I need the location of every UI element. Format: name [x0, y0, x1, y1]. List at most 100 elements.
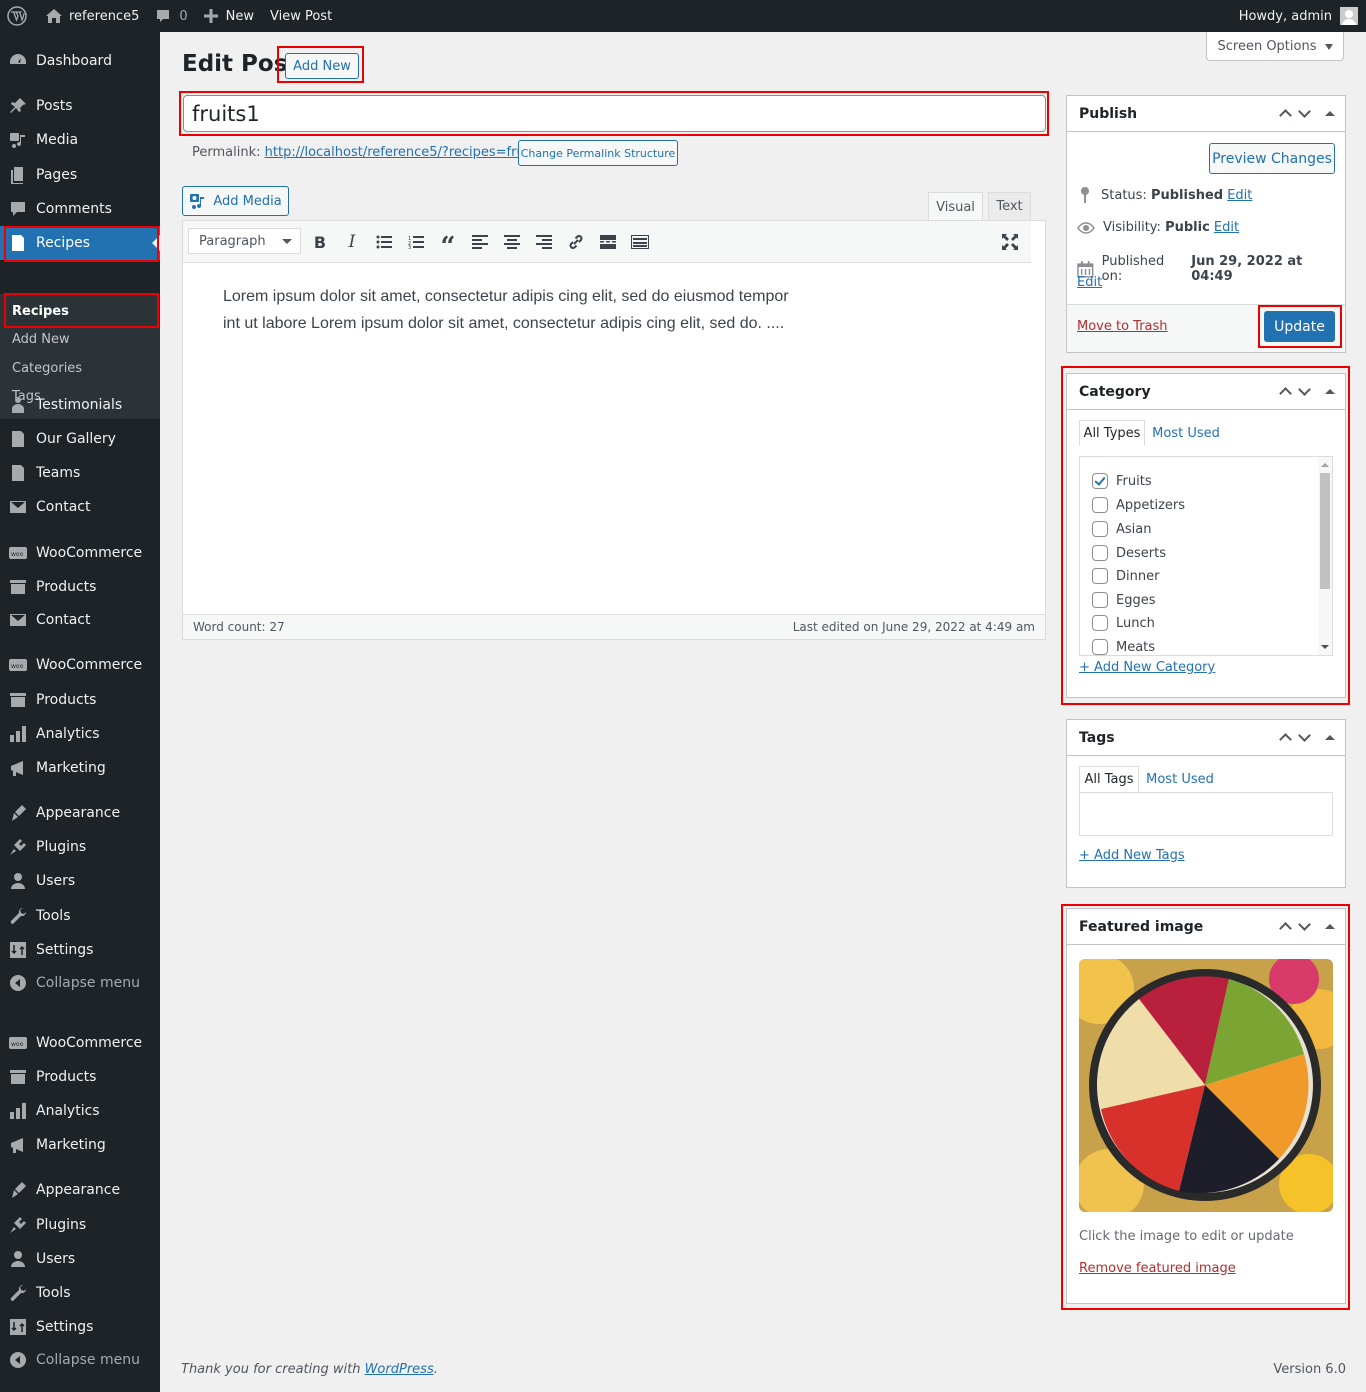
sidebar-item-marketing[interactable]: Marketing: [0, 1128, 160, 1162]
category-item[interactable]: Egges: [1092, 592, 1156, 608]
edit-visibility-link[interactable]: Edit: [1214, 220, 1239, 235]
submenu-item-recipes[interactable]: Recipes: [12, 304, 69, 319]
insert-link-button[interactable]: [564, 231, 588, 253]
italic-button[interactable]: I: [340, 231, 364, 253]
submenu-item-categories[interactable]: Categories: [12, 361, 82, 376]
site-name-link[interactable]: reference5: [37, 0, 147, 32]
sidebar-item-analytics[interactable]: Analytics: [0, 1094, 160, 1128]
add-new-button[interactable]: Add New: [285, 53, 359, 79]
sidebar-item-woocommerce[interactable]: woo WooCommerce: [0, 648, 160, 682]
add-media-button[interactable]: Add Media: [182, 186, 289, 216]
category-checkbox[interactable]: [1092, 615, 1108, 631]
category-item[interactable]: Lunch: [1092, 615, 1155, 631]
category-item[interactable]: Fruits: [1092, 473, 1152, 489]
category-item[interactable]: Dinner: [1092, 568, 1159, 584]
add-new-category-link[interactable]: + Add New Category: [1079, 660, 1215, 675]
add-new-tags-link[interactable]: + Add New Tags: [1079, 848, 1185, 863]
move-down-icon[interactable]: [1298, 382, 1311, 396]
move-down-icon[interactable]: [1298, 104, 1311, 118]
blockquote-button[interactable]: “: [436, 231, 460, 262]
sidebar-item-appearance[interactable]: Appearance: [0, 1173, 160, 1207]
wordpress-logo-menu[interactable]: [0, 0, 37, 32]
toggle-panel-icon[interactable]: [1325, 106, 1335, 116]
edit-status-link[interactable]: Edit: [1227, 188, 1252, 203]
category-checkbox[interactable]: [1092, 473, 1108, 489]
toggle-panel-icon[interactable]: [1325, 384, 1335, 394]
screen-options-button[interactable]: Screen Options: [1206, 32, 1344, 61]
move-up-icon[interactable]: [1279, 922, 1292, 935]
sidebar-item-settings[interactable]: Settings: [0, 1310, 160, 1344]
sidebar-item-appearance[interactable]: Appearance: [0, 796, 160, 830]
fullscreen-button[interactable]: [998, 231, 1022, 253]
new-content-link[interactable]: New: [196, 0, 262, 32]
sidebar-item-woocommerce[interactable]: woo WooCommerce: [0, 1026, 160, 1060]
update-button[interactable]: Update: [1264, 311, 1335, 342]
change-permalink-button[interactable]: Change Permalink Structure: [518, 140, 678, 166]
bold-button[interactable]: B: [308, 231, 332, 253]
tab-text[interactable]: Text: [988, 192, 1031, 220]
category-item[interactable]: Asian: [1092, 521, 1151, 537]
sidebar-item-woocommerce[interactable]: woo WooCommerce: [0, 536, 160, 570]
wordpress-link[interactable]: WordPress: [365, 1362, 434, 1377]
move-down-icon[interactable]: [1298, 917, 1311, 931]
tab-tags-most-used[interactable]: Most Used: [1143, 766, 1217, 792]
category-checkbox[interactable]: [1092, 592, 1108, 608]
comments-link[interactable]: 0: [147, 0, 195, 32]
remove-featured-image-link[interactable]: Remove featured image: [1079, 1261, 1236, 1276]
sidebar-item-our-gallery[interactable]: Our Gallery: [0, 422, 160, 456]
sidebar-item-contact[interactable]: Contact: [0, 490, 160, 524]
sidebar-item-pages[interactable]: Pages: [0, 158, 160, 192]
sidebar-item-plugins[interactable]: Plugins: [0, 1208, 160, 1242]
format-select[interactable]: Paragraph: [188, 228, 301, 254]
editor-scrollbar[interactable]: [1031, 221, 1045, 614]
scroll-down-icon[interactable]: [1321, 645, 1329, 653]
move-up-icon[interactable]: [1279, 733, 1292, 746]
move-up-icon[interactable]: [1279, 109, 1292, 122]
tab-visual[interactable]: Visual: [928, 192, 983, 221]
sidebar-item-collapse-menu[interactable]: Collapse menu: [0, 1343, 160, 1377]
permalink-link[interactable]: http://localhost/reference5/?recipes=fru…: [265, 145, 549, 160]
sidebar-item-recipes[interactable]: Recipes: [0, 226, 160, 260]
category-item[interactable]: Meats: [1092, 639, 1155, 655]
align-center-button[interactable]: [500, 231, 524, 253]
category-item[interactable]: Deserts: [1092, 545, 1166, 561]
sidebar-item-tools[interactable]: Tools: [0, 899, 160, 933]
sidebar-item-comments[interactable]: Comments: [0, 192, 160, 226]
sidebar-item-tools[interactable]: Tools: [0, 1276, 160, 1310]
category-scrollbar[interactable]: [1318, 457, 1332, 655]
sidebar-item-testimonials[interactable]: Testimonials: [0, 388, 160, 422]
move-down-icon[interactable]: [1298, 728, 1311, 742]
numbered-list-button[interactable]: 123: [404, 231, 428, 253]
toolbar-toggle-button[interactable]: [628, 231, 652, 253]
sidebar-item-marketing[interactable]: Marketing: [0, 751, 160, 785]
sidebar-item-media[interactable]: Media: [0, 123, 160, 157]
my-account-menu[interactable]: Howdy, admin: [1239, 7, 1366, 25]
tab-all-types[interactable]: All Types: [1079, 420, 1145, 446]
tab-most-used[interactable]: Most Used: [1149, 420, 1223, 446]
category-checkbox[interactable]: [1092, 545, 1108, 561]
sidebar-item-teams[interactable]: Teams: [0, 456, 160, 490]
sidebar-item-plugins[interactable]: Plugins: [0, 830, 160, 864]
bulleted-list-button[interactable]: [372, 231, 396, 253]
tab-all-tags[interactable]: All Tags: [1079, 766, 1139, 792]
align-right-button[interactable]: [532, 231, 556, 253]
move-up-icon[interactable]: [1279, 387, 1292, 400]
category-item[interactable]: Appetizers: [1092, 497, 1185, 513]
sidebar-item-products[interactable]: Products: [0, 1060, 160, 1094]
move-to-trash-link[interactable]: Move to Trash: [1077, 319, 1168, 334]
scroll-up-icon[interactable]: [1321, 459, 1329, 467]
scroll-thumb[interactable]: [1320, 473, 1330, 589]
sidebar-item-settings[interactable]: Settings: [0, 933, 160, 967]
preview-changes-button[interactable]: Preview Changes: [1209, 143, 1335, 174]
editor-content[interactable]: Lorem ipsum dolor sit amet, consectetur …: [223, 283, 823, 337]
post-title-input[interactable]: fruits1: [183, 95, 1046, 132]
view-post-link[interactable]: View Post: [262, 0, 340, 32]
align-left-button[interactable]: [468, 231, 492, 253]
read-more-button[interactable]: [596, 231, 620, 253]
sidebar-item-posts[interactable]: Posts: [0, 89, 160, 123]
sidebar-item-products[interactable]: Products: [0, 570, 160, 604]
sidebar-item-users[interactable]: Users: [0, 864, 160, 898]
category-checkbox[interactable]: [1092, 497, 1108, 513]
toggle-panel-icon[interactable]: [1325, 730, 1335, 740]
sidebar-item-dashboard[interactable]: Dashboard: [0, 44, 160, 78]
